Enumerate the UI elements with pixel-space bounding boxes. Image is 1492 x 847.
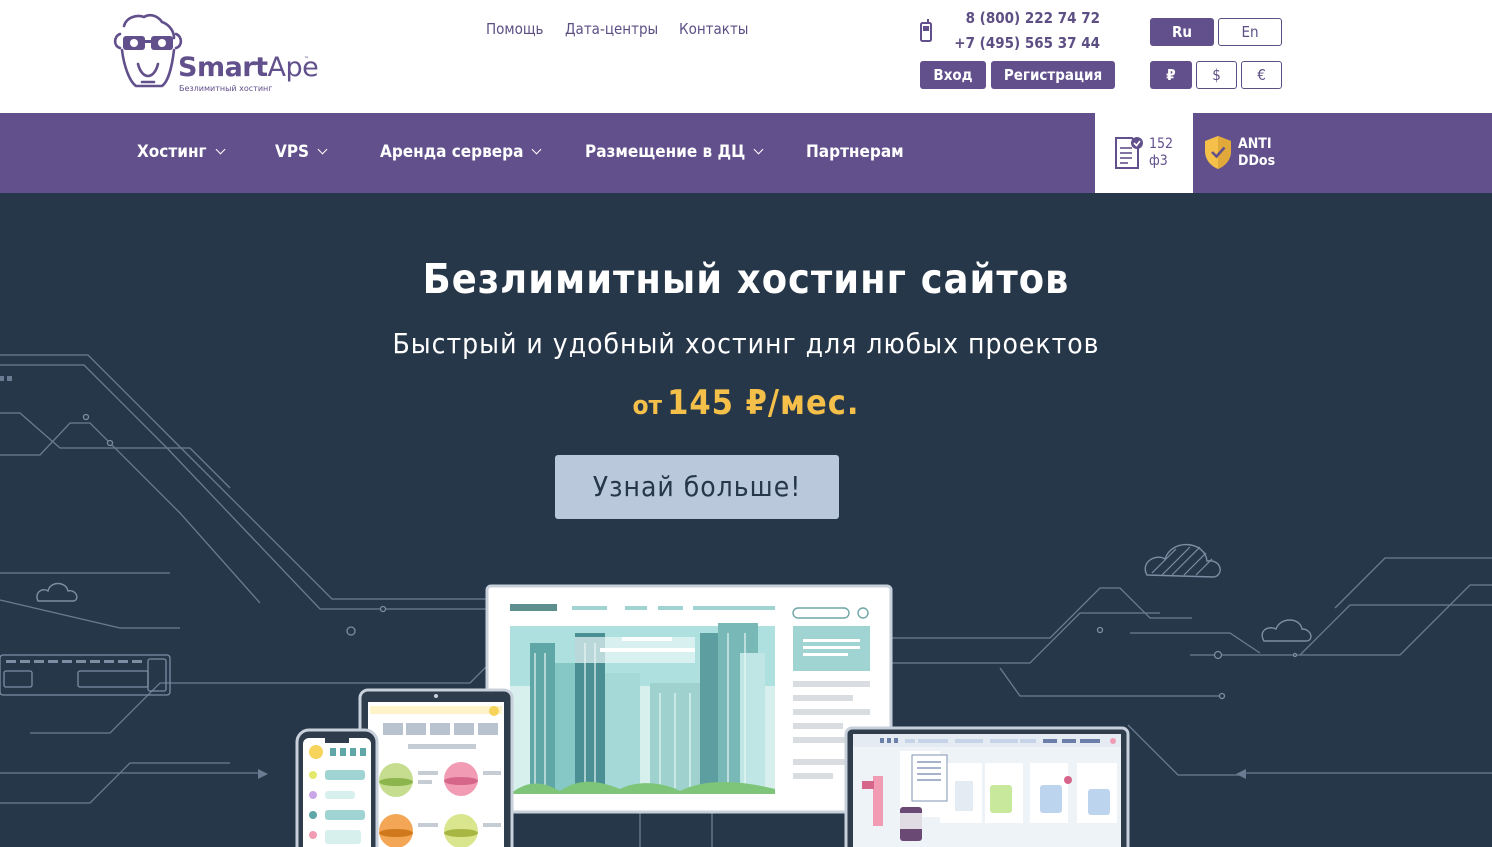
nav-vps-label: VPS xyxy=(275,142,310,162)
price-amount: 145 ₽/мес. xyxy=(667,383,860,423)
nav-server-rent[interactable]: Аренда сервера xyxy=(380,142,542,162)
nav-hosting[interactable]: Хостинг xyxy=(137,142,225,162)
fz152-text: 152 ф3 xyxy=(1149,136,1174,169)
nav-colocation-label: Размещение в ДЦ xyxy=(585,142,746,162)
nav-partners[interactable]: Партнерам xyxy=(806,142,904,162)
currency-eur-button[interactable]: € xyxy=(1241,61,1282,89)
nav-vps[interactable]: VPS xyxy=(275,142,328,162)
nav-partners-label: Партнерам xyxy=(806,142,904,162)
nav-colocation[interactable]: Размещение в ДЦ xyxy=(585,142,764,162)
shield-check-icon xyxy=(1205,136,1231,169)
currency-rub-button[interactable]: ₽ xyxy=(1150,61,1192,89)
language-en-button[interactable]: En xyxy=(1218,18,1282,46)
currency-usd-button[interactable]: $ xyxy=(1196,61,1237,89)
brand-trademark: ™ xyxy=(304,56,310,63)
chevron-down-icon xyxy=(215,144,225,155)
register-button[interactable]: Регистрация xyxy=(991,61,1115,89)
fz152-badge[interactable] xyxy=(1095,113,1193,193)
price-from-label: от xyxy=(632,391,663,421)
nav-server-rent-label: Аренда сервера xyxy=(380,142,524,162)
phone-tollfree[interactable]: 8 (800) 222 74 72 xyxy=(940,9,1100,27)
top-bar: SmartApe ™ Безлимитный хостинг Помощь Да… xyxy=(0,0,1492,113)
chevron-down-icon xyxy=(531,144,542,155)
hero-title: Безлимитный хостинг сайтов xyxy=(422,255,1070,303)
chevron-down-icon xyxy=(753,144,764,155)
contacts-link[interactable]: Контакты xyxy=(679,20,748,38)
datacenters-link[interactable]: Дата-центры xyxy=(565,20,658,38)
brand-tagline: Безлимитный хостинг xyxy=(179,84,273,93)
login-button[interactable]: Вход xyxy=(920,61,986,89)
brand-name: SmartApe xyxy=(178,52,319,83)
hero-section: Безлимитный хостинг сайтов Быстрый и удо… xyxy=(0,193,1492,847)
hero-subtitle: Быстрый и удобный хостинг для любых прое… xyxy=(392,327,1100,360)
learn-more-button[interactable]: Узнай больше! xyxy=(555,455,839,519)
phone-icon xyxy=(920,19,932,42)
document-check-icon xyxy=(1115,137,1143,169)
help-link[interactable]: Помощь xyxy=(486,20,544,38)
language-ru-button[interactable]: Ru xyxy=(1150,18,1214,46)
anti-ddos-badge[interactable]: ANTI DDos xyxy=(1238,136,1275,170)
hero-price: от 145 ₽/мес. xyxy=(0,383,1492,423)
phone-moscow[interactable]: +7 (495) 565 37 44 xyxy=(940,34,1100,52)
chevron-down-icon xyxy=(317,144,328,155)
nav-hosting-label: Хостинг xyxy=(137,142,207,162)
